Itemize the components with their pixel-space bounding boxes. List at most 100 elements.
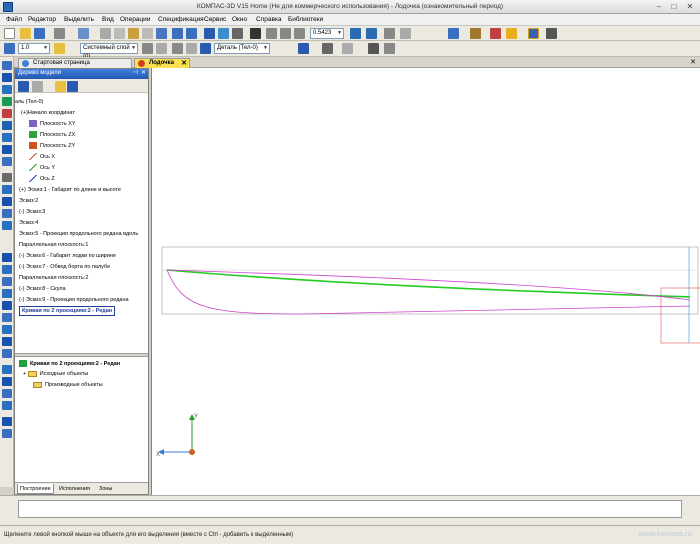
preview-icon[interactable]: [78, 28, 89, 39]
close-button[interactable]: ✕: [685, 2, 695, 12]
menu-operations[interactable]: Операции: [120, 16, 150, 23]
tree-item-parallel-plane-1[interactable]: Параллельная плоскость:1: [19, 240, 88, 250]
print-icon[interactable]: [54, 28, 65, 39]
tool-arrays-icon[interactable]: [2, 109, 12, 118]
table-icon[interactable]: [232, 28, 243, 39]
menu-help[interactable]: Справка: [256, 16, 282, 23]
tool-patch-icon[interactable]: [2, 389, 12, 398]
tree-item-sketch-8[interactable]: (-) Эскиз:8 - Скула: [19, 284, 66, 294]
tree-item-parallel-plane-2[interactable]: Параллельная плоскость:2: [19, 273, 88, 283]
derived-objects-item[interactable]: Производные объекты: [33, 380, 103, 390]
zoom-fit-icon[interactable]: [384, 28, 395, 39]
save-icon[interactable]: [34, 28, 45, 39]
tool-surfaces-icon[interactable]: [2, 97, 12, 106]
tool-trim-icon[interactable]: [2, 417, 12, 426]
tree-item-axis-x[interactable]: Ось X: [29, 152, 55, 162]
tree-item-plane-zy[interactable]: Плоскость ZY: [29, 141, 75, 151]
tool-point-icon[interactable]: [2, 173, 12, 182]
grid-icon[interactable]: [172, 43, 183, 54]
menu-service[interactable]: Сервис: [204, 16, 226, 23]
menu-view[interactable]: Вид: [102, 16, 114, 23]
part-icon[interactable]: [200, 43, 211, 54]
redo-icon[interactable]: [186, 28, 197, 39]
variables-icon[interactable]: [218, 28, 229, 39]
tree-item-plane-zx[interactable]: Плоскость ZX: [29, 130, 75, 140]
tool-aux-geometry-icon[interactable]: [2, 121, 12, 130]
rotate-icon[interactable]: [350, 28, 361, 39]
perspective-icon[interactable]: [506, 28, 517, 39]
color-icon[interactable]: [298, 43, 309, 54]
tool-sweep-icon[interactable]: [2, 377, 12, 386]
refresh-icon[interactable]: [400, 28, 411, 39]
copy-icon[interactable]: [114, 28, 125, 39]
tool-plane-icon[interactable]: [2, 197, 12, 206]
maximize-button[interactable]: □: [669, 2, 679, 12]
new-document-icon[interactable]: [4, 28, 15, 39]
layer-settings-icon[interactable]: [54, 43, 65, 54]
tab-versions[interactable]: Исполнения: [57, 484, 92, 494]
local-cs-icon[interactable]: [186, 43, 197, 54]
source-objects-item[interactable]: + Исходные объекты: [23, 369, 88, 379]
tree-order-icon[interactable]: [32, 81, 43, 92]
tree-item-axis-z[interactable]: Ось Z: [29, 174, 55, 184]
tab-construction[interactable]: Построение: [17, 484, 54, 494]
open-folder-icon[interactable]: [20, 28, 31, 39]
tool-sketch-icon[interactable]: [2, 221, 12, 230]
tool-axis-icon[interactable]: [2, 209, 12, 218]
manager-icon[interactable]: [204, 28, 215, 39]
tool-measure-icon[interactable]: [2, 145, 12, 154]
tool-intersect-curve-icon[interactable]: [2, 325, 12, 334]
style-icon[interactable]: [322, 43, 333, 54]
tree-item-sketch-5[interactable]: Эскиз:5 - Проекция продольного редана вд…: [19, 229, 138, 239]
tree-view-icon[interactable]: [18, 81, 29, 92]
tool-cs-icon[interactable]: [2, 185, 12, 194]
tree-filter-icon[interactable]: [67, 81, 78, 92]
tool-loft-icon[interactable]: [2, 365, 12, 374]
part-combo[interactable]: Деталь (Тел-0) ▼: [214, 43, 270, 54]
tool-stitch-icon[interactable]: [2, 429, 12, 438]
hatch-icon[interactable]: [342, 43, 353, 54]
tab-start-page[interactable]: Стартовая страница: [18, 58, 132, 68]
tool-spline-icon[interactable]: [2, 253, 12, 262]
tool-project-curve-icon[interactable]: [2, 313, 12, 322]
close-panel-icon[interactable]: ✕: [141, 69, 146, 78]
menu-select[interactable]: Выделить: [64, 16, 94, 23]
properties-icon[interactable]: [156, 28, 167, 39]
tree-item-sketch-3[interactable]: (-) Эскиз:3: [19, 207, 45, 217]
tool-mesh-icon[interactable]: [2, 401, 12, 410]
cursor-icon[interactable]: [4, 43, 15, 54]
ortho-icon[interactable]: [156, 43, 167, 54]
zoom-icon[interactable]: [280, 28, 291, 39]
tree-item-selected-curve[interactable]: Кривая по 2 проекциям:2 - Редан: [19, 306, 116, 316]
tool-edit-icon[interactable]: [2, 85, 12, 94]
measure-icon[interactable]: [384, 43, 395, 54]
tree-item-sketch-2[interactable]: Эскиз:2: [19, 196, 38, 206]
orientation-icon[interactable]: [448, 28, 459, 39]
tool-select-icon[interactable]: [2, 61, 12, 70]
tool-curve-2proj-icon[interactable]: [2, 289, 12, 298]
snap-icon[interactable]: [142, 43, 153, 54]
tree-item-sketch-9[interactable]: (-) Эскиз:9 - Проекция продольного редан…: [19, 295, 129, 305]
tab-document[interactable]: Лодочка ✕: [134, 58, 190, 68]
tree-item-plane-xy[interactable]: Плоскость XY: [29, 119, 76, 129]
pin-icon[interactable]: ⊣: [133, 69, 138, 78]
command-input[interactable]: [18, 500, 682, 518]
tool-isocurve-icon[interactable]: [2, 301, 12, 310]
tree-item-origin[interactable]: (+)Начало координат: [21, 108, 75, 118]
menu-file[interactable]: Файл: [6, 16, 22, 23]
pan-icon[interactable]: [366, 28, 377, 39]
minimize-button[interactable]: –: [654, 2, 664, 12]
menu-editor[interactable]: Редактор: [28, 16, 56, 23]
tab-zones[interactable]: Зоны: [97, 484, 114, 494]
zoom-in-icon[interactable]: [266, 28, 277, 39]
tool-helix-icon[interactable]: [2, 277, 12, 286]
tree-item-sketch-6[interactable]: (-) Эскиз:6 - Габарит лодки по ширине: [19, 251, 116, 261]
zoom-out-icon[interactable]: [294, 28, 305, 39]
paste-icon[interactable]: [128, 28, 139, 39]
tool-curves-icon[interactable]: [2, 133, 12, 142]
section-icon[interactable]: [546, 28, 557, 39]
tool-polyline-icon[interactable]: [2, 265, 12, 274]
shaded-icon[interactable]: [490, 28, 501, 39]
menu-window[interactable]: Окно: [232, 16, 247, 23]
menu-libraries[interactable]: Библиотеки: [288, 16, 323, 23]
